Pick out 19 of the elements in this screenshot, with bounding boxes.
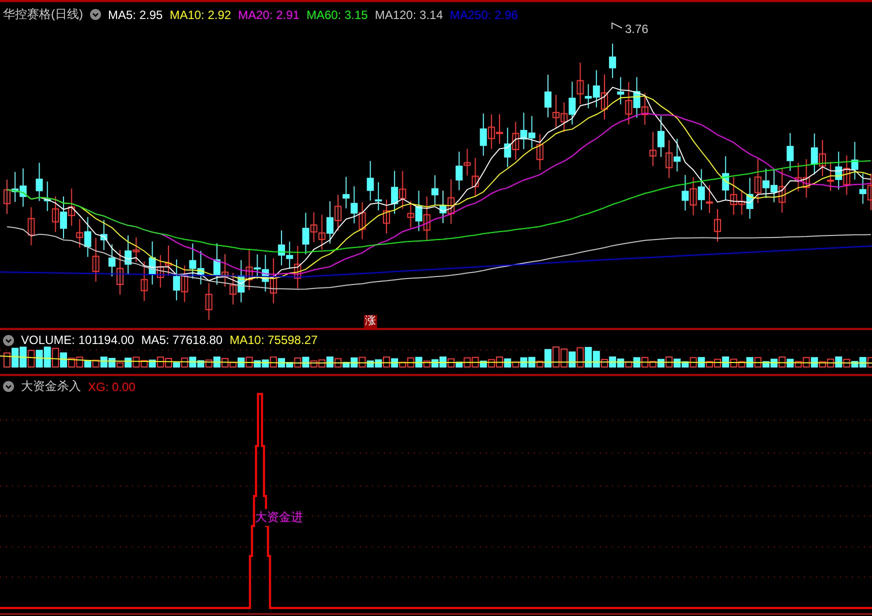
legend-value: MA250: 2.96 (450, 8, 518, 22)
legend-value: MA120: 3.14 (374, 8, 443, 22)
legend-value: MA5: 77618.80 (141, 333, 223, 347)
signal-label: 大资金进 (255, 509, 303, 526)
legend-value: MA5: 2.95 (108, 8, 163, 22)
dropdown-icon[interactable] (3, 381, 14, 392)
dropdown-icon[interactable] (90, 9, 101, 20)
legend-value: VOLUME: 101194.00 (21, 333, 134, 347)
dropdown-icon[interactable] (3, 334, 14, 346)
peak-marker-icon (611, 22, 623, 30)
chart-title: 华控赛格(日线) (3, 6, 83, 23)
legend-value: MA10: 2.92 (170, 8, 232, 22)
legend-value: MA60: 3.15 (306, 8, 368, 22)
legend-value: MA20: 2.91 (238, 8, 300, 22)
legend-value: XG: 0.00 (88, 380, 136, 394)
legend-value: MA10: 75598.27 (230, 333, 318, 347)
peak-price-label: 3.76 (625, 22, 648, 36)
rise-badge: 涨 (364, 315, 377, 328)
indicator-title: 大资金杀入 (21, 378, 81, 395)
